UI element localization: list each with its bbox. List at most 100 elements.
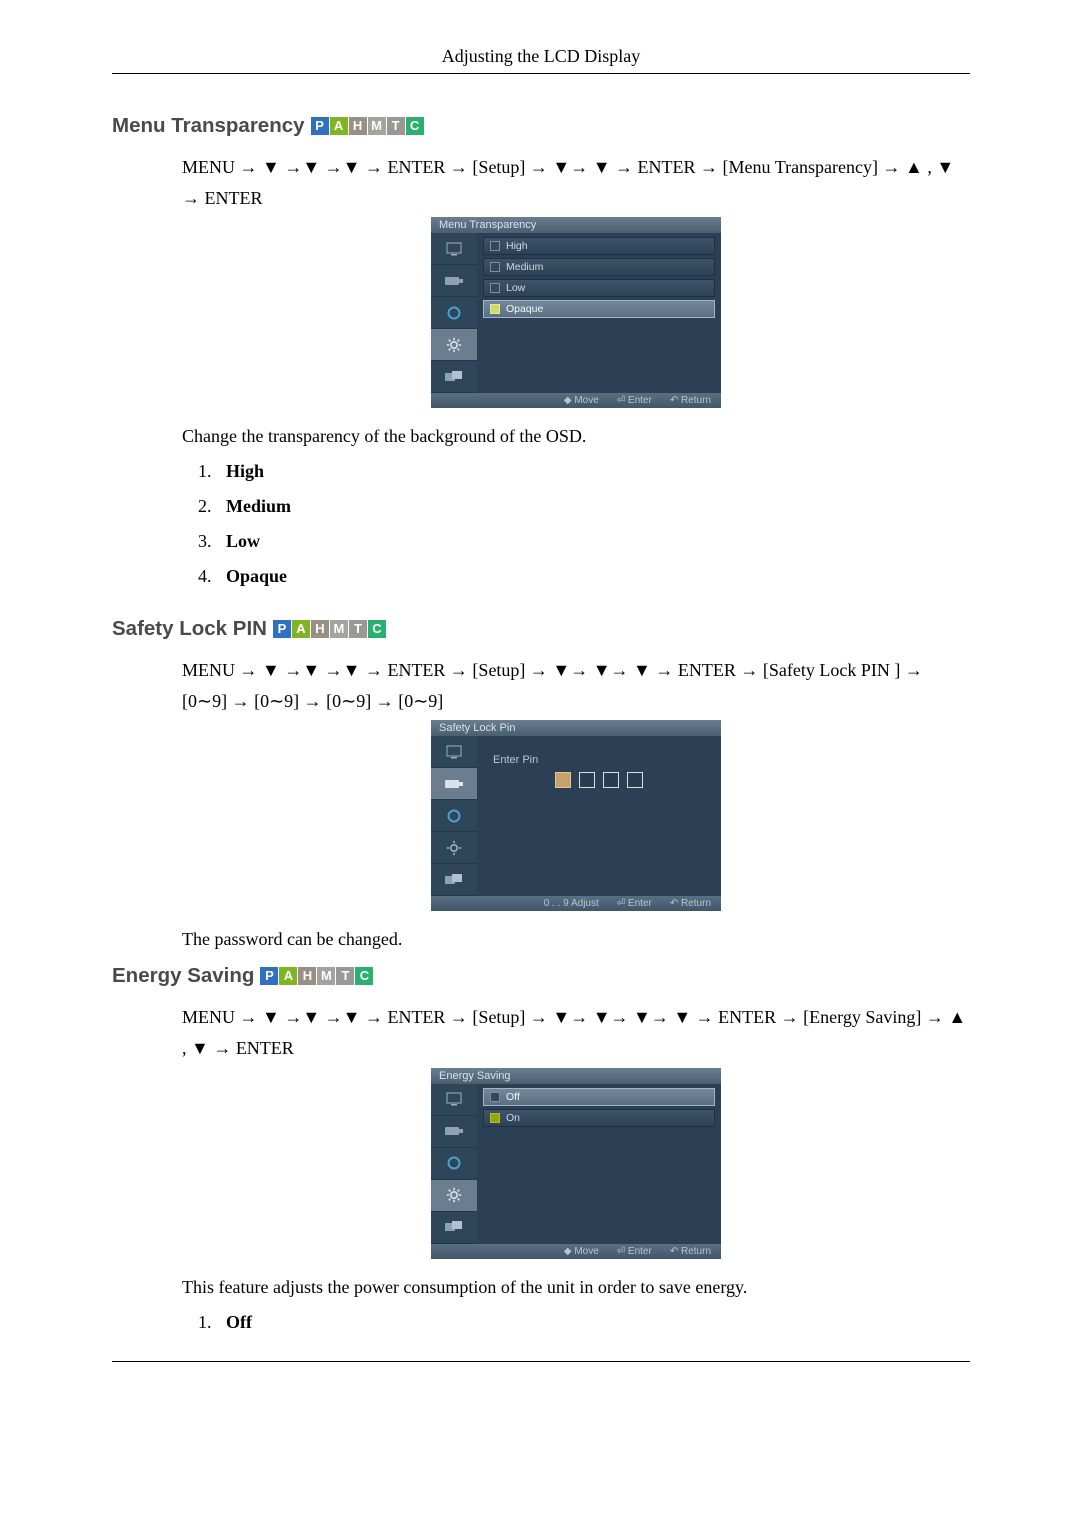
osd-title: Safety Lock Pin bbox=[431, 720, 721, 736]
mode-badge-h: H bbox=[298, 967, 316, 985]
nav-path-energy-saving: MENU → ▼ →▼ →▼ → ENTER → [Setup] → ▼→ ▼→… bbox=[182, 1002, 970, 1063]
osd-tab-input-icon bbox=[431, 768, 477, 800]
osd-tab-sound-icon bbox=[431, 800, 477, 832]
osd-screenshot-safety-lock: Safety Lock Pin bbox=[431, 720, 721, 911]
osd-footer-enter: ⏎ Enter bbox=[617, 1246, 652, 1257]
osd-title: Menu Transparency bbox=[431, 217, 721, 233]
option-label: Medium bbox=[226, 496, 291, 516]
mode-badge-t: T bbox=[387, 117, 405, 135]
mode-badge-t: T bbox=[336, 967, 354, 985]
mode-badge-a: A bbox=[279, 967, 297, 985]
osd-footer: ◆ Move ⏎ Enter ↶ Return bbox=[431, 393, 721, 408]
osd-tab-sound-icon bbox=[431, 297, 477, 329]
option-label: Off bbox=[226, 1312, 252, 1332]
description-menu-transparency: Change the transparency of the backgroun… bbox=[182, 426, 970, 447]
osd-footer-return: ↶ Return bbox=[670, 1246, 711, 1257]
nav-path-menu-transparency: MENU → ▼ →▼ →▼ → ENTER → [Setup] → ▼→ ▼ … bbox=[182, 152, 970, 213]
option-label: Opaque bbox=[226, 566, 287, 586]
osd-tab-input-icon bbox=[431, 265, 477, 297]
osd-option-label: On bbox=[506, 1112, 520, 1124]
mode-badges: P A H M T C bbox=[273, 620, 386, 638]
list-item: Low bbox=[216, 531, 970, 552]
osd-option-label: Off bbox=[506, 1091, 520, 1103]
mode-badge-c: C bbox=[406, 117, 424, 135]
heading-text: Menu Transparency bbox=[112, 114, 305, 138]
checkbox-icon bbox=[490, 262, 500, 272]
osd-screenshot-energy-saving: Energy Saving bbox=[431, 1068, 721, 1259]
osd-option-label: Medium bbox=[506, 261, 543, 273]
mode-badges: P A H M T C bbox=[260, 967, 373, 985]
checkbox-icon bbox=[490, 1113, 500, 1123]
mode-badge-t: T bbox=[349, 620, 367, 638]
mode-badge-m: M bbox=[330, 620, 348, 638]
osd-tab-multi-icon bbox=[431, 1212, 477, 1244]
osd-option-medium: Medium bbox=[483, 258, 715, 276]
list-item: Opaque bbox=[216, 566, 970, 587]
osd-option-label: Opaque bbox=[506, 303, 543, 315]
mode-badge-m: M bbox=[317, 967, 335, 985]
checkbox-icon bbox=[490, 241, 500, 251]
checkbox-icon bbox=[490, 1092, 500, 1102]
section-body: MENU → ▼ →▼ →▼ → ENTER → [Setup] → ▼→ ▼ … bbox=[182, 152, 970, 587]
osd-pin-label: Enter Pin bbox=[493, 754, 713, 766]
list-item: Medium bbox=[216, 496, 970, 517]
osd-footer-return: ↶ Return bbox=[670, 395, 711, 406]
heading-text: Safety Lock PIN bbox=[112, 617, 267, 641]
options-list-menu-transparency: High Medium Low Opaque bbox=[182, 461, 970, 587]
osd-option-label: Low bbox=[506, 282, 525, 294]
osd-screenshot-menu-transparency: Menu Transparency bbox=[431, 217, 721, 408]
section-body: MENU → ▼ →▼ →▼ → ENTER → [Setup] → ▼→ ▼→… bbox=[182, 1002, 970, 1332]
mode-badge-p: P bbox=[260, 967, 278, 985]
osd-tab-setup-icon bbox=[431, 1180, 477, 1212]
osd-tab-setup-icon bbox=[431, 329, 477, 361]
osd-option-opaque: Opaque bbox=[483, 300, 715, 318]
osd-option-label: High bbox=[506, 240, 528, 252]
osd-tab-multi-icon bbox=[431, 361, 477, 393]
pin-digit-box bbox=[555, 772, 571, 788]
osd-sidebar bbox=[431, 736, 477, 896]
osd-tab-setup-icon bbox=[431, 832, 477, 864]
osd-footer: ◆ Move ⏎ Enter ↶ Return bbox=[431, 1244, 721, 1259]
osd-tab-sound-icon bbox=[431, 1148, 477, 1180]
pin-digit-box bbox=[627, 772, 643, 788]
osd-footer-move: ◆ Move bbox=[564, 1246, 599, 1257]
osd-option-low: Low bbox=[483, 279, 715, 297]
option-label: Low bbox=[226, 531, 260, 551]
osd-tab-multi-icon bbox=[431, 864, 477, 896]
pin-digit-box bbox=[603, 772, 619, 788]
osd-footer-enter: ⏎ Enter bbox=[617, 395, 652, 406]
description-safety-lock: The password can be changed. bbox=[182, 929, 970, 950]
osd-tab-picture-icon bbox=[431, 233, 477, 265]
pin-digit-box bbox=[579, 772, 595, 788]
section-body: MENU → ▼ →▼ →▼ → ENTER → [Setup] → ▼→ ▼→… bbox=[182, 655, 970, 950]
osd-sidebar bbox=[431, 233, 477, 393]
mode-badge-c: C bbox=[355, 967, 373, 985]
page: Adjusting the LCD Display Menu Transpare… bbox=[0, 0, 1080, 1402]
osd-footer-return: ↶ Return bbox=[670, 898, 711, 909]
osd-content: Off On bbox=[477, 1084, 721, 1244]
option-label: High bbox=[226, 461, 264, 481]
description-energy-saving: This feature adjusts the power consumpti… bbox=[182, 1277, 970, 1298]
mode-badge-p: P bbox=[273, 620, 291, 638]
osd-option-off: Off bbox=[483, 1088, 715, 1106]
list-item: Off bbox=[216, 1312, 970, 1333]
mode-badge-c: C bbox=[368, 620, 386, 638]
osd-footer-adjust: 0 . . 9 Adjust bbox=[544, 898, 599, 909]
osd-option-high: High bbox=[483, 237, 715, 255]
osd-footer-enter: ⏎ Enter bbox=[617, 898, 652, 909]
mode-badge-a: A bbox=[292, 620, 310, 638]
osd-tab-input-icon bbox=[431, 1116, 477, 1148]
osd-content: Enter Pin bbox=[477, 736, 721, 896]
osd-option-on: On bbox=[483, 1109, 715, 1127]
osd-footer-move: ◆ Move bbox=[564, 395, 599, 406]
mode-badge-m: M bbox=[368, 117, 386, 135]
heading-safety-lock-pin: Safety Lock PIN P A H M T C bbox=[112, 617, 970, 641]
heading-text: Energy Saving bbox=[112, 964, 254, 988]
mode-badges: P A H M T C bbox=[311, 117, 424, 135]
osd-footer: 0 . . 9 Adjust ⏎ Enter ↶ Return bbox=[431, 896, 721, 911]
options-list-energy-saving: Off bbox=[182, 1312, 970, 1333]
osd-title: Energy Saving bbox=[431, 1068, 721, 1084]
osd-tab-picture-icon bbox=[431, 736, 477, 768]
checkbox-icon bbox=[490, 283, 500, 293]
checkbox-icon bbox=[490, 304, 500, 314]
